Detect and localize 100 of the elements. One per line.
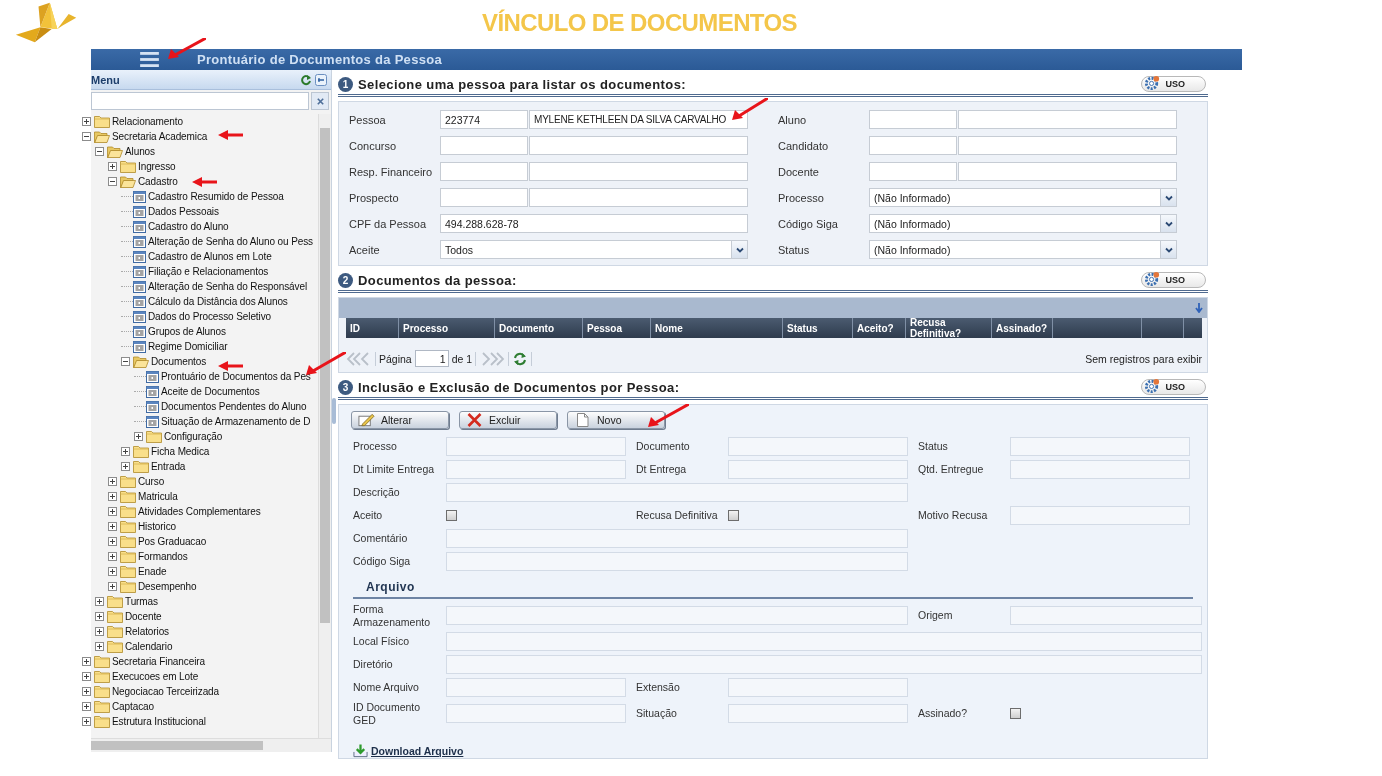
- tree-item[interactable]: Matricula: [138, 491, 178, 502]
- select-field[interactable]: Todos: [440, 240, 748, 259]
- tree-item[interactable]: Historico: [138, 521, 176, 532]
- field-label: Aceite: [348, 243, 381, 256]
- tree-item[interactable]: Grupos de Alunos: [148, 326, 226, 337]
- page-number-field[interactable]: 1: [414, 350, 449, 367]
- usage-button[interactable]: USO: [1141, 272, 1206, 288]
- field-label: Pessoa: [348, 113, 387, 126]
- tree-item[interactable]: Cadastro do Aluno: [148, 221, 229, 232]
- column-header[interactable]: Nome: [651, 318, 783, 338]
- step-number: 2: [338, 272, 353, 288]
- column-header[interactable]: Processo: [399, 318, 495, 338]
- tree-item[interactable]: Enade: [138, 566, 167, 577]
- input-field[interactable]: 494.288.628-78: [440, 214, 748, 233]
- field-label: Código Siga: [353, 555, 412, 568]
- tree-item[interactable]: Configuração: [164, 431, 223, 442]
- select-value: (Não Informado): [874, 217, 952, 230]
- select-value: (Não Informado): [874, 191, 952, 204]
- edit-button[interactable]: Alterar: [351, 411, 449, 429]
- column-header[interactable]: Status: [783, 318, 853, 338]
- tree-item[interactable]: Alunos: [125, 146, 155, 157]
- field-label: Diretório: [353, 658, 394, 671]
- tree-item[interactable]: Situação de Armazenamento de D: [161, 416, 311, 427]
- tree-item[interactable]: Entrada: [151, 461, 186, 472]
- field-label: Aluno: [777, 113, 808, 126]
- tree-item[interactable]: Relatorios: [125, 626, 170, 637]
- tree-item[interactable]: Aceite de Documentos: [161, 386, 260, 397]
- code-field[interactable]: 223774: [440, 110, 528, 129]
- tree-item[interactable]: Pos Graduacao: [138, 536, 207, 547]
- select-field[interactable]: (Não Informado): [869, 188, 1177, 207]
- tree-item[interactable]: Captacao: [112, 701, 154, 712]
- section-title: Documentos da pessoa:: [358, 272, 517, 288]
- field-label: Documento: [635, 440, 691, 453]
- step-number: 3: [338, 379, 353, 395]
- tree-item[interactable]: Filiação e Relacionamentos: [148, 266, 269, 277]
- tree-item[interactable]: Execucoes em Lote: [112, 671, 199, 682]
- delete-button[interactable]: Excluir: [459, 411, 557, 429]
- column-header[interactable]: ID: [346, 318, 399, 338]
- tree-item[interactable]: Cadastro Resumido de Pessoa: [148, 191, 284, 202]
- name-field[interactable]: MYLENE KETHLEEN DA SILVA CARVALHO: [529, 110, 748, 129]
- field-label: Prospecto: [348, 191, 400, 204]
- tree-item[interactable]: Dados do Processo Seletivo: [148, 311, 272, 322]
- field-label: Descrição: [353, 486, 401, 499]
- select-field[interactable]: (Não Informado): [869, 240, 1177, 259]
- tree-item[interactable]: Desempenho: [138, 581, 197, 592]
- subsection-title: Arquivo: [366, 580, 415, 594]
- page-label: Página: [379, 352, 412, 365]
- field-label: Concurso: [348, 139, 398, 152]
- tree-item[interactable]: Estrutura Institucional: [112, 716, 206, 727]
- select-field[interactable]: (Não Informado): [869, 214, 1177, 233]
- column-header[interactable]: Documento: [495, 318, 583, 338]
- select-value: Todos: [445, 243, 475, 256]
- window-title: Prontuário de Documentos da Pessoa: [197, 52, 442, 67]
- select-value: (Não Informado): [874, 243, 952, 256]
- field-label: Forma Armazenamento: [353, 603, 432, 629]
- column-header[interactable]: Pessoa: [583, 318, 651, 338]
- field-label: Processo: [353, 440, 398, 453]
- download-link[interactable]: Download Arquivo: [371, 745, 464, 758]
- tree-item[interactable]: Prontuário de Documentos da Pes: [161, 371, 311, 382]
- page-total: de 1: [451, 352, 473, 365]
- page-title: VÍNCULO DE DOCUMENTOS: [482, 8, 797, 38]
- tree-item[interactable]: Documentos Pendentes do Aluno: [161, 401, 307, 412]
- field-label: Dt Limite Entrega: [353, 463, 436, 476]
- column-header[interactable]: Assinado?: [992, 318, 1053, 338]
- tree-item[interactable]: Formandos: [138, 551, 188, 562]
- tree-item[interactable]: Atividades Complementares: [138, 506, 261, 517]
- field-label: Situação: [635, 707, 678, 721]
- tree-item[interactable]: Documentos: [151, 356, 207, 367]
- field-label: Local Físico: [353, 635, 411, 648]
- tree-item[interactable]: Turmas: [125, 596, 158, 607]
- field-label: Código Siga: [777, 217, 839, 230]
- section-title: Selecione uma pessoa para listar os documentos:: [358, 76, 686, 92]
- tree-item[interactable]: Relacionamento: [112, 116, 183, 127]
- tree-item[interactable]: Curso: [138, 476, 165, 487]
- column-header[interactable]: Recusa Definitiva?: [906, 318, 992, 338]
- tree-item[interactable]: Alteração de Senha do Responsável: [148, 281, 308, 292]
- tree-item[interactable]: Regime Domiciliar: [148, 341, 228, 352]
- tree-item[interactable]: Secretaria Financeira: [112, 656, 205, 667]
- column-header[interactable]: Aceito?: [853, 318, 906, 338]
- field-label: CPF da Pessoa: [348, 217, 428, 230]
- section-title: Inclusão e Exclusão de Documentos por Pessoa:: [358, 379, 680, 395]
- tree-item[interactable]: Cadastro de Alunos em Lote: [148, 251, 272, 262]
- usage-button[interactable]: USO: [1141, 76, 1206, 92]
- tree-item[interactable]: Cálculo da Distância dos Alunos: [148, 296, 288, 307]
- tree-item[interactable]: Ficha Medica: [151, 446, 210, 457]
- tree-item[interactable]: Alteração de Senha do Aluno ou Pess: [148, 236, 313, 247]
- tree-item[interactable]: Cadastro: [138, 176, 178, 187]
- new-button[interactable]: Novo: [567, 411, 665, 429]
- tree-item[interactable]: Secretaria Academica: [112, 131, 208, 142]
- field-label: Candidato: [777, 139, 830, 152]
- tree-item[interactable]: Negociacao Terceirizada: [112, 686, 220, 697]
- field-label: Qtd. Entregue: [917, 463, 985, 476]
- tree-item[interactable]: Docente: [125, 611, 162, 622]
- usage-button[interactable]: USO: [1141, 379, 1206, 395]
- field-label: Dt Entrega: [635, 463, 688, 476]
- tree-item[interactable]: Dados Pessoais: [148, 206, 219, 217]
- tree-item[interactable]: Calendario: [125, 641, 173, 652]
- field-label: Extensão: [635, 681, 681, 694]
- field-label: Aceito: [353, 509, 384, 522]
- tree-item[interactable]: Ingresso: [138, 161, 176, 172]
